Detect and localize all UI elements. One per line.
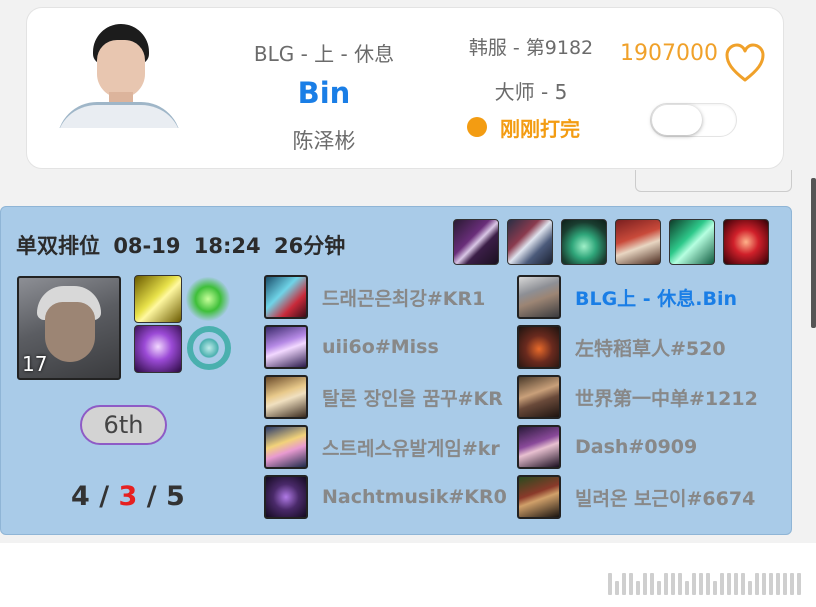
champion-portrait[interactable]: 17 — [17, 276, 121, 380]
heart-icon[interactable] — [724, 43, 766, 83]
server-ladder-rank: 韩服 - 第9182 — [468, 37, 594, 59]
match-time: 18:24 — [193, 234, 261, 258]
participant-name[interactable]: 빌려온 보근이#6674 — [575, 484, 805, 511]
participant-name[interactable]: 스트레스유발게임#kr — [322, 434, 515, 461]
participant-name[interactable]: uii6o#Miss — [322, 336, 502, 358]
cleaver-item-icon[interactable] — [669, 219, 715, 265]
participant-name[interactable]: Nachtmusik#KR05 — [322, 486, 507, 508]
participant-name[interactable]: 左特稻草人#520 — [575, 334, 805, 361]
status-text: 刚刚打完 — [500, 116, 580, 141]
axe-item-icon[interactable] — [507, 219, 553, 265]
play-status: 刚刚打完 — [467, 114, 580, 141]
player-avatar — [57, 18, 181, 128]
participant-row[interactable]: 드래곤은최강#KR1 — [264, 274, 502, 320]
champion-icon — [264, 275, 308, 319]
participant-name[interactable]: Dash#0909 — [575, 436, 805, 458]
like-count: 1907000 — [620, 41, 718, 66]
participant-row[interactable]: 世界第一中单#1212 — [517, 374, 805, 420]
kda-score: 4 / 3 / 5 — [71, 481, 185, 512]
kills: 4 — [71, 481, 90, 512]
match-header: 单双排位 08-19 18:24 26分钟 — [16, 230, 351, 260]
team-position-status: BLG - 上 - 休息 — [253, 42, 395, 66]
champion-level: 17 — [22, 352, 48, 376]
participant-row[interactable]: uii6o#Miss — [264, 324, 502, 370]
queue-type: 单双排位 — [16, 234, 100, 258]
placement-badge: 6th — [80, 405, 167, 445]
player-real-name: 陈泽彬 — [292, 129, 356, 153]
scrollbar-thumb[interactable] — [811, 178, 816, 328]
dagger-item-icon[interactable] — [453, 219, 499, 265]
participant-row[interactable]: 스트레스유발게임#kr — [264, 424, 515, 470]
participant-row[interactable]: 左特稻草人#520 — [517, 324, 805, 370]
participant-name[interactable]: 드래곤은최강#KR1 — [322, 284, 502, 311]
champion-icon — [517, 375, 561, 419]
participant-row-self[interactable]: BLG上 - 休息.Bin — [517, 274, 805, 320]
champion-icon — [517, 275, 561, 319]
participant-name[interactable]: BLG上 - 休息.Bin — [575, 284, 805, 311]
champion-icon — [264, 375, 308, 419]
ghost-spell-icon[interactable] — [134, 325, 182, 373]
champion-icon — [264, 325, 308, 369]
boots-item-icon[interactable] — [615, 219, 661, 265]
match-duration: 26分钟 — [273, 234, 346, 258]
player-name[interactable]: Bin — [217, 76, 431, 110]
participant-row[interactable]: Dash#0909 — [517, 424, 805, 470]
participant-name[interactable]: 世界第一中单#1212 — [575, 384, 805, 411]
participant-name[interactable]: 탈론 장인을 꿈꾸#KR — [322, 384, 515, 411]
conqueror-rune-icon[interactable] — [186, 277, 230, 321]
potion-item-icon[interactable] — [561, 219, 607, 265]
champion-icon — [517, 325, 561, 369]
rank-tier: 大师 - 5 — [494, 80, 568, 104]
kda-separator: / — [146, 481, 157, 512]
flash-spell-icon[interactable] — [134, 275, 182, 323]
tab-stub[interactable] — [635, 170, 792, 192]
match-card[interactable]: 单双排位 08-19 18:24 26分钟 17 6th 4 / 3 / 5 드… — [0, 206, 792, 535]
champion-icon — [264, 425, 308, 469]
watermark-mark — [608, 573, 801, 595]
champion-icon — [264, 475, 308, 519]
status-dot-icon — [467, 117, 487, 137]
resolve-rune-icon[interactable] — [187, 326, 231, 370]
participant-row[interactable]: 빌려온 보근이#6674 — [517, 474, 805, 520]
champion-icon — [517, 475, 561, 519]
champion-icon — [517, 425, 561, 469]
dragon-item-icon[interactable] — [723, 219, 769, 265]
assists: 5 — [165, 481, 185, 512]
deaths: 3 — [118, 481, 138, 512]
player-profile-card: BLG - 上 - 休息 Bin 陈泽彬 韩服 - 第9182 大师 - 5 刚… — [26, 7, 784, 169]
match-date: 08-19 — [113, 234, 181, 258]
follow-toggle[interactable] — [650, 103, 737, 137]
item-build — [453, 219, 769, 265]
toggle-knob[interactable] — [652, 105, 702, 135]
participant-row[interactable]: 탈론 장인을 꿈꾸#KR — [264, 374, 515, 420]
kda-separator: / — [99, 481, 110, 512]
participant-row[interactable]: Nachtmusik#KR05 — [264, 474, 507, 520]
